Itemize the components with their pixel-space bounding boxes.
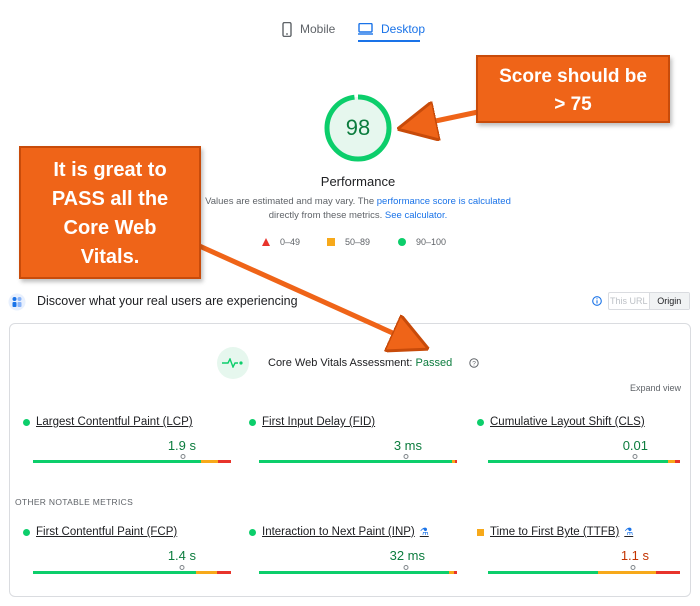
- expand-view-link[interactable]: Expand view: [630, 383, 681, 393]
- metric-fcp-value: 1.4 s: [167, 548, 196, 563]
- percentile-marker: [179, 565, 185, 570]
- performance-score: 98: [345, 115, 371, 140]
- metric-lcp[interactable]: Largest Contentful Paint (LCP): [23, 416, 193, 428]
- score-callout: Score should be > 75: [476, 55, 670, 123]
- good-indicator-icon: [249, 418, 256, 426]
- tab-mobile-label: Mobile: [300, 22, 336, 36]
- cwv-status: Passed: [415, 357, 453, 369]
- flask-icon: ⚗: [624, 526, 634, 538]
- field-data-title: Discover what your real users are experi…: [37, 294, 298, 308]
- metric-fid[interactable]: First Input Delay (FID): [249, 416, 375, 428]
- percentile-marker: [403, 454, 409, 459]
- this-url-button[interactable]: This URL: [609, 293, 650, 309]
- percentile-marker: [180, 454, 186, 459]
- average-indicator-icon: [477, 528, 484, 536]
- other-metrics-heading: OTHER NOTABLE METRICS: [15, 497, 134, 507]
- metric-fid-bar: [259, 454, 457, 463]
- good-indicator-icon: [23, 528, 30, 536]
- metric-cls[interactable]: Cumulative Layout Shift (CLS): [477, 416, 645, 428]
- help-icon[interactable]: ?: [469, 358, 479, 368]
- legend-good: 90–100: [398, 237, 446, 247]
- metric-inp[interactable]: Interaction to Next Paint (INP) ⚗: [249, 526, 429, 538]
- percentile-marker: [403, 565, 409, 570]
- metric-cls-bar: [488, 454, 680, 463]
- active-tab-indicator: [358, 40, 420, 42]
- metric-fid-value: 3 ms: [393, 438, 422, 453]
- metric-ttfb[interactable]: Time to First Byte (TTFB) ⚗: [477, 526, 633, 538]
- users-icon: [8, 293, 26, 311]
- triangle-icon: [262, 238, 270, 246]
- metric-fcp[interactable]: First Contentful Paint (FCP): [23, 526, 177, 538]
- desktop-icon: [358, 23, 373, 35]
- cwv-callout: It is great to PASS all the Core Web Vit…: [19, 146, 201, 279]
- good-indicator-icon: [477, 418, 484, 426]
- info-icon[interactable]: [592, 296, 602, 306]
- metric-lcp-value: 1.9 s: [167, 438, 196, 453]
- metric-lcp-bar: [33, 454, 231, 463]
- square-icon: [327, 238, 335, 246]
- phone-icon: [282, 21, 292, 37]
- metric-inp-bar: [259, 565, 457, 574]
- good-indicator-icon: [23, 418, 30, 426]
- origin-button[interactable]: Origin: [649, 293, 689, 309]
- metric-inp-value: 32 ms: [389, 548, 425, 563]
- performance-note: Values are estimated and may vary. The p…: [205, 196, 511, 221]
- legend-poor: 0–49: [262, 237, 300, 247]
- flask-icon: ⚗: [419, 526, 429, 538]
- metric-fcp-bar: [33, 565, 231, 574]
- arrow-to-score: [412, 112, 479, 126]
- percentile-marker: [632, 454, 638, 459]
- circle-icon: [398, 238, 406, 246]
- metric-cls-value: 0.01: [622, 438, 648, 453]
- metric-ttfb-value: 1.1 s: [620, 548, 649, 563]
- legend-average: 50–89: [327, 237, 370, 247]
- url-origin-toggle: This URL Origin: [608, 292, 690, 310]
- tab-desktop-label: Desktop: [381, 22, 426, 36]
- pulse-icon: [217, 347, 249, 379]
- percentile-marker: [630, 565, 636, 570]
- svg-text:?: ?: [472, 360, 476, 367]
- performance-label: Performance: [320, 174, 396, 189]
- metric-ttfb-bar: [488, 565, 680, 574]
- tab-mobile[interactable]: Mobile: [282, 14, 335, 44]
- good-indicator-icon: [249, 528, 256, 536]
- score-calc-link[interactable]: performance score is calculated: [377, 196, 511, 207]
- see-calculator-link[interactable]: See calculator.: [385, 210, 447, 221]
- cwv-assessment: Core Web Vitals Assessment: Passed: [268, 357, 453, 369]
